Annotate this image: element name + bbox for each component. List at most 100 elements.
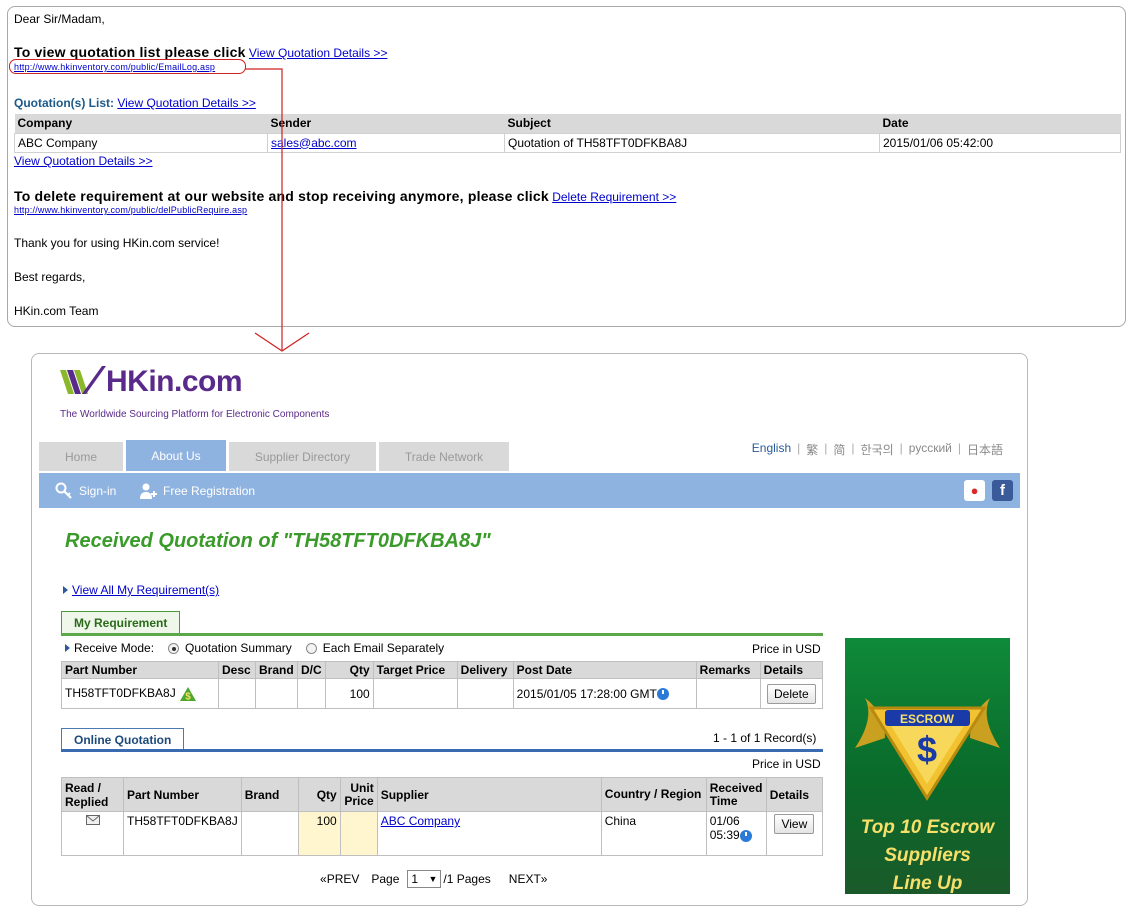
col-remarks: Remarks [695, 661, 761, 679]
envelope-icon[interactable] [85, 815, 100, 825]
delete-url: http://www.hkinventory.com/public/delPub… [14, 205, 247, 215]
cell-part-number: TH58TFT0DFKBA8J [123, 811, 242, 856]
next-button[interactable]: NEXT» [509, 872, 548, 886]
email-thanks: Thank you for using HKin.com service! [14, 236, 220, 250]
cell-remarks [695, 678, 761, 709]
escrow-shield-icon: ESCROW $ [855, 698, 1000, 801]
col-qty: Qty [324, 661, 374, 679]
page-select[interactable]: 1 ▼ [407, 870, 442, 888]
view-quotation-details-link-2[interactable]: View Quotation Details >> [117, 96, 256, 110]
my-requirement-tab[interactable]: My Requirement [61, 611, 181, 633]
cell-supplier: ABC Company [376, 811, 602, 856]
double-chevron-right-icon: » [540, 872, 548, 886]
col-country-region: Country / Region [600, 777, 707, 812]
view-quotation-details-link-3[interactable]: View Quotation Details >> [14, 154, 153, 168]
lang-simplified-chinese[interactable]: 简 [833, 441, 845, 458]
receive-mode-label: Receive Mode: [74, 641, 155, 655]
quotation-summary-radio[interactable] [168, 642, 180, 654]
col-details: Details [759, 661, 824, 679]
free-registration-label: Free Registration [163, 484, 256, 498]
cell-post-date: 2015/01/05 17:28:00 GMT [512, 678, 697, 709]
cell-details: Delete [759, 678, 824, 709]
table-header-row: Part Number Desc Brand D/C Qty Target Pr… [61, 661, 824, 679]
cell-sender: sales@abc.com [267, 132, 505, 153]
col-target-price: Target Price [372, 661, 458, 679]
delete-button[interactable]: Delete [766, 683, 816, 704]
view-button[interactable]: View [774, 814, 815, 834]
view-details-line-3: View Quotation Details >> [14, 154, 153, 168]
email-quotation-table: Company Sender Subject Date ABC Company … [14, 114, 1121, 153]
cell-read-replied [61, 811, 124, 856]
escrow-dollar-icon: $ [180, 686, 197, 702]
table-row: TH58TFT0DFKBA8J 100 ABC Company China 01… [61, 811, 824, 856]
col-desc: Desc [218, 661, 256, 679]
tab-home[interactable]: Home [39, 442, 123, 471]
escrow-dollar-sign: $ [917, 729, 937, 770]
cell-details: View [765, 811, 824, 856]
table-row: TH58TFT0DFKBA8J $ 100 2015/01/05 17:28:0… [61, 678, 824, 709]
cell-unit-price [339, 811, 378, 856]
svg-text:$: $ [185, 691, 191, 702]
free-registration-link[interactable]: Free Registration [139, 482, 255, 500]
part-number-text: TH58TFT0DFKBA8J [65, 685, 176, 700]
cell-qty: 100 [324, 678, 374, 709]
delete-requirement-link[interactable]: Delete Requirement >> [552, 190, 676, 204]
tab-about-us[interactable]: About Us [126, 440, 226, 471]
facebook-icon[interactable]: f [992, 480, 1013, 501]
email-panel: Dear Sir/Madam, To view quotation list p… [7, 6, 1126, 327]
quotation-summary-label: Quotation Summary [185, 641, 292, 655]
key-icon [55, 482, 72, 499]
col-subject: Subject [504, 114, 880, 133]
banner-text: Top 10 Escrow Suppliers Line Up [845, 814, 1010, 894]
online-quotation-tab[interactable]: Online Quotation [61, 728, 185, 750]
quotation-list-line: Quotation(s) List: View Quotation Detail… [14, 96, 256, 110]
chevron-down-icon: ▼ [428, 874, 438, 884]
col-brand: Brand [255, 661, 298, 679]
lang-english[interactable]: English [752, 441, 791, 458]
weibo-icon[interactable]: ● [964, 480, 985, 501]
sender-email-link[interactable]: sales@abc.com [271, 136, 357, 150]
col-delivery: Delivery [456, 661, 514, 679]
price-in-usd-2: Price in USD [752, 757, 821, 771]
lang-japanese[interactable]: 日本語 [967, 441, 1003, 458]
col-dc: D/C [297, 661, 326, 679]
requirement-table: Part Number Desc Brand D/C Qty Target Pr… [61, 661, 824, 709]
site-tagline: The Worldwide Sourcing Platform for Elec… [60, 409, 330, 420]
col-received-time: Received Time [705, 777, 767, 812]
col-read-replied: Read / Replied [61, 777, 124, 812]
cell-subject: Quotation of TH58TFT0DFKBA8J [504, 132, 880, 153]
clock-icon[interactable] [656, 688, 669, 701]
table-header-row: Company Sender Subject Date [14, 114, 1121, 133]
supplier-link[interactable]: ABC Company [381, 814, 460, 828]
lang-traditional-chinese[interactable]: 繁 [806, 441, 818, 458]
online-quotation-divider [61, 749, 823, 752]
view-list-line: To view quotation list please click View… [14, 44, 387, 60]
lang-russian[interactable]: русский [909, 441, 952, 458]
email-regards: Best regards, [14, 270, 86, 284]
cell-country: China [600, 811, 707, 856]
each-email-radio[interactable] [305, 642, 317, 654]
clock-icon[interactable] [739, 829, 752, 842]
view-all-requirements-link[interactable]: View All My Requirement(s) [72, 583, 219, 597]
signin-link[interactable]: Sign-in [55, 482, 116, 500]
site-logo[interactable]: HKin.com [58, 362, 243, 402]
escrow-banner[interactable]: ESCROW $ Top 10 Escrow Suppliers Line Up [845, 638, 1010, 894]
col-date: Date [879, 114, 1121, 133]
view-quotation-details-link[interactable]: View Quotation Details >> [249, 46, 388, 60]
tab-supplier-directory[interactable]: Supplier Directory [229, 442, 376, 471]
delete-url-link[interactable]: http://www.hkinventory.com/public/delPub… [14, 205, 247, 215]
prev-label: PREV [326, 872, 360, 886]
url-highlight-annotation [9, 59, 246, 74]
tab-trade-network[interactable]: Trade Network [379, 442, 509, 471]
received-date: 01/06 [709, 814, 740, 828]
next-label: NEXT [508, 872, 541, 886]
view-all-requirements: View All My Requirement(s) [63, 583, 219, 597]
prev-button[interactable]: «PREV [320, 872, 359, 886]
delete-line: To delete requirement at our website and… [14, 188, 676, 204]
email-team: HKin.com Team [14, 304, 99, 318]
cell-brand [255, 678, 298, 709]
my-requirement-divider [61, 633, 823, 636]
lang-korean[interactable]: 한국의 [861, 441, 894, 458]
col-part-number: Part Number [61, 661, 219, 679]
cell-target-price [372, 678, 458, 709]
